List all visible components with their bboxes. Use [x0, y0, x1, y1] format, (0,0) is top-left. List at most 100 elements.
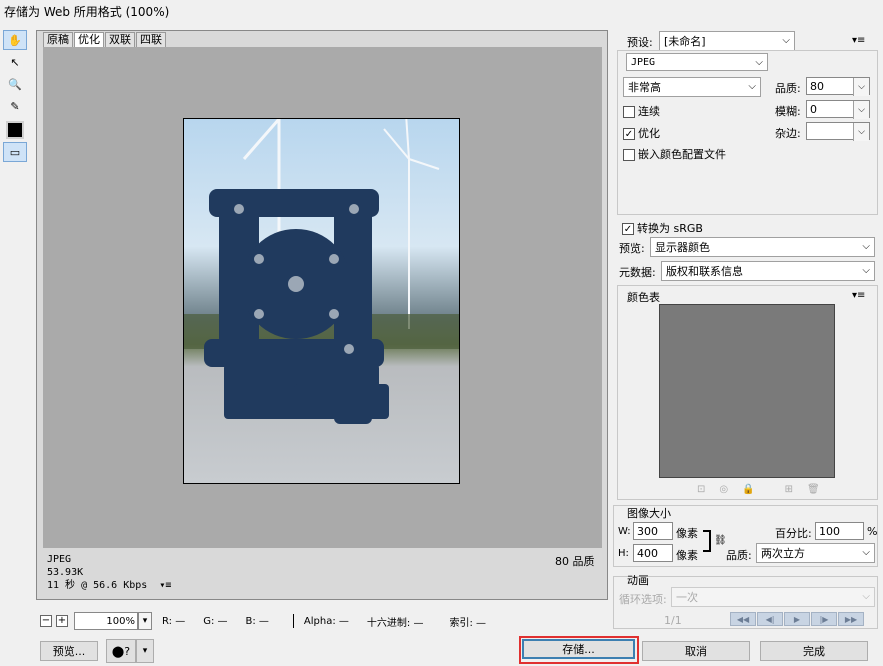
download-menu-icon[interactable]: ▾≡ — [159, 580, 171, 591]
resample-value: 两次立方 — [761, 547, 805, 560]
width-field[interactable]: 300 — [633, 522, 673, 540]
save-button[interactable]: 存储... — [522, 639, 635, 659]
percent-sign: % — [867, 525, 878, 538]
quality-value: 80 — [810, 79, 824, 93]
slice-select-tool-icon[interactable]: ↖ — [3, 52, 27, 72]
height-field[interactable]: 400 — [633, 544, 673, 562]
zoom-tool-icon[interactable]: 🔍 — [3, 74, 27, 94]
play-icon[interactable]: ▶ — [784, 612, 810, 626]
chain-link-icon[interactable]: ⛓ — [714, 535, 727, 546]
preview-format: JPEG — [47, 554, 72, 565]
preview-file-size: 53.93K — [47, 567, 84, 578]
zoom-level-field[interactable]: 100% — [74, 612, 138, 630]
preset-select[interactable]: [未命名] ⌵ — [659, 31, 795, 51]
toggle-slices-icon[interactable]: ▭ — [3, 142, 27, 162]
chevron-down-icon: ⌵ — [862, 265, 870, 276]
format-value: JPEG — [631, 56, 656, 68]
map-color-icon[interactable]: ⊡ — [697, 484, 705, 495]
tab-4-up[interactable]: 四联 — [136, 32, 166, 47]
cancel-button[interactable]: 取消 — [642, 641, 750, 661]
zoom-out-button[interactable]: − — [40, 615, 52, 627]
color-table-area[interactable] — [659, 304, 835, 478]
previous-frame-icon[interactable]: ◀| — [757, 612, 783, 626]
blur-field[interactable]: 0 ⌵ — [806, 100, 870, 119]
convert-srgb-checkbox[interactable]: ✓ 转换为 sRGB — [622, 220, 703, 236]
readout-b: B: — — [245, 615, 269, 627]
animation-title: 动画 — [627, 574, 649, 587]
readout-hex: 十六进制: — — [366, 617, 424, 629]
loop-label: 循环选项: — [619, 593, 667, 606]
done-button[interactable]: 完成 — [760, 641, 868, 661]
preview-download-time: 11 秒 @ 56.6 Kbps ▾≡ — [47, 580, 172, 591]
chevron-down-icon: ⌵ — [748, 81, 756, 92]
frame-counter: 1/1 — [664, 614, 682, 627]
convert-srgb-label: 转换为 sRGB — [637, 222, 703, 235]
preview-image — [183, 118, 460, 484]
blur-label: 模糊: — [775, 105, 801, 118]
trash-icon[interactable]: 🗑 — [807, 484, 820, 495]
web-shift-icon[interactable]: ◎ — [719, 484, 728, 495]
tab-optimized[interactable]: 优化 — [74, 32, 104, 47]
width-label: W: — [618, 526, 631, 537]
color-table-tools: ⊡ ◎ 🔒 ⊞ 🗑 — [697, 484, 820, 495]
readout-index: 索引: — — [449, 617, 487, 629]
chevron-down-icon[interactable]: ⌵ — [853, 78, 869, 96]
image-size-title: 图像大小 — [627, 507, 671, 520]
chevron-down-icon[interactable]: ⌵ — [853, 101, 869, 119]
convert-srgb-check[interactable]: ✓ — [622, 223, 634, 235]
readout-r: R: — — [162, 615, 186, 627]
first-frame-icon[interactable]: ◀◀ — [730, 612, 756, 626]
optimized-label: 优化 — [638, 127, 660, 140]
optimized-check[interactable]: ✓ — [623, 128, 635, 140]
metadata-select[interactable]: 版权和联系信息 ⌵ — [661, 261, 875, 281]
chevron-down-icon[interactable]: ⌵ — [853, 123, 869, 141]
zoom-in-button[interactable]: + — [56, 615, 68, 627]
eyedropper-tool-icon[interactable]: ✎ — [3, 96, 27, 116]
chevron-down-icon: ⌵ — [782, 35, 790, 46]
preset-menu-icon[interactable]: ▾≡ — [852, 35, 865, 46]
embed-profile-label: 嵌入颜色配置文件 — [638, 148, 726, 161]
new-color-icon[interactable]: ⊞ — [785, 484, 793, 495]
last-frame-icon[interactable]: ▶▶ — [838, 612, 864, 626]
resample-label: 品质: — [726, 549, 752, 562]
color-preview-label: 预览: — [619, 242, 645, 255]
chevron-down-icon: ⌵ — [755, 57, 763, 68]
progressive-checkbox[interactable]: 连续 — [623, 103, 660, 119]
window-title: 存储为 Web 所用格式 (100%) — [4, 5, 170, 19]
height-label: H: — [618, 548, 629, 559]
readout-alpha: Alpha: — — [303, 615, 349, 627]
color-swatch[interactable] — [3, 120, 27, 140]
lock-color-icon[interactable]: 🔒 — [742, 484, 754, 495]
color-table-menu-icon[interactable]: ▾≡ — [852, 290, 865, 301]
tab-2-up[interactable]: 双联 — [105, 32, 135, 47]
height-unit: 像素 — [676, 549, 698, 562]
resample-select[interactable]: 两次立方 ⌵ — [756, 543, 875, 563]
compression-select[interactable]: 非常高 ⌵ — [623, 77, 761, 97]
preview-in-browser-button[interactable]: 预览... — [40, 641, 98, 661]
preview-quality: 80 品质 — [555, 555, 595, 568]
tab-original[interactable]: 原稿 — [43, 32, 73, 47]
optimized-checkbox[interactable]: ✓ 优化 — [623, 125, 660, 141]
progressive-check[interactable] — [623, 106, 635, 118]
browser-dropdown-icon[interactable]: ▾ — [136, 639, 154, 663]
matte-label: 杂边: — [775, 127, 801, 140]
percent-field[interactable]: 100 — [815, 522, 864, 540]
width-unit: 像素 — [676, 527, 698, 540]
blur-value: 0 — [810, 102, 817, 116]
embed-profile-check[interactable] — [623, 149, 635, 161]
next-frame-icon[interactable]: |▶ — [811, 612, 837, 626]
animation-controls: ◀◀ ◀| ▶ |▶ ▶▶ — [729, 612, 864, 626]
color-preview-select[interactable]: 显示器颜色 ⌵ — [650, 237, 875, 257]
percent-label: 百分比: — [775, 527, 812, 540]
loop-select[interactable]: 一次 ⌵ — [671, 587, 875, 607]
hand-tool-icon[interactable]: ✋ — [3, 30, 27, 50]
embed-profile-checkbox[interactable]: 嵌入颜色配置文件 — [623, 146, 726, 162]
zoom-dropdown-icon[interactable]: ▾ — [138, 612, 152, 630]
matte-field[interactable]: ⌵ — [806, 122, 870, 141]
chevron-down-icon: ⌵ — [862, 241, 870, 252]
preset-value: [未命名] — [664, 35, 706, 48]
quality-field[interactable]: 80 ⌵ — [806, 77, 870, 96]
browser-icon[interactable]: ⬤? — [106, 639, 136, 663]
format-select[interactable]: JPEG ⌵ — [626, 53, 768, 71]
preset-label: 预设: — [627, 36, 653, 49]
